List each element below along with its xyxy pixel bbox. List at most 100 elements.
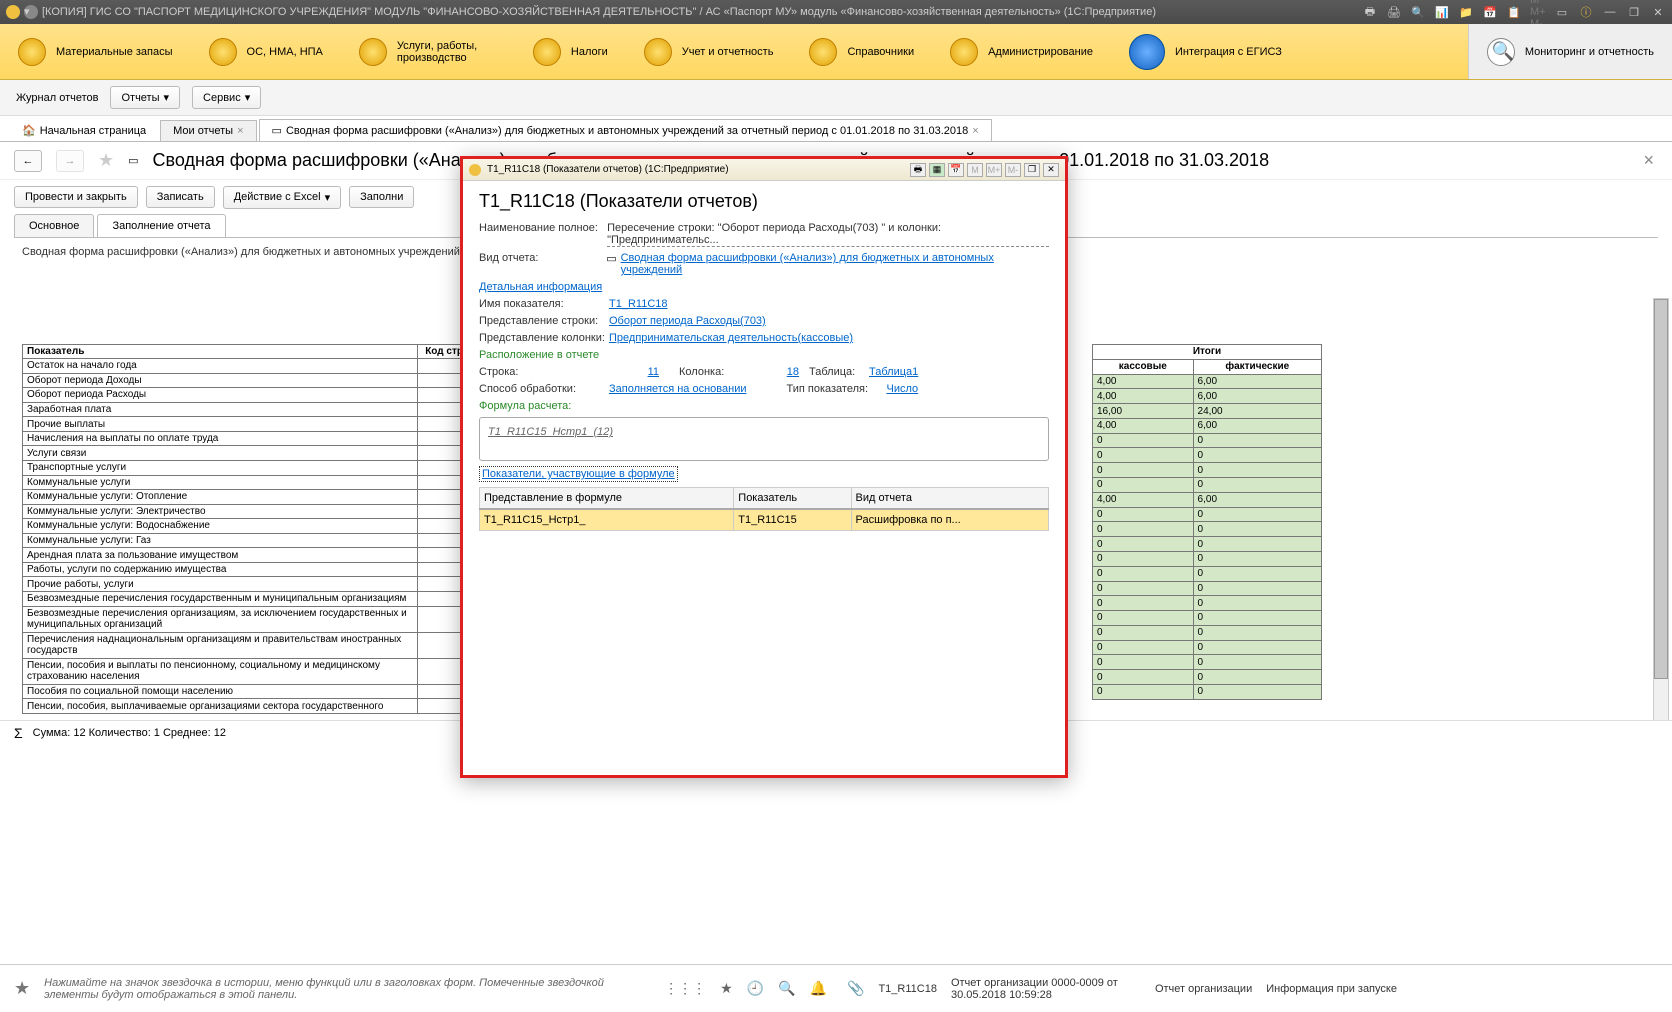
close-icon[interactable]: × xyxy=(237,125,243,137)
bell-icon[interactable]: 🔔 xyxy=(810,980,827,997)
table-row[interactable]: 4,006,00 xyxy=(1093,418,1322,433)
modal-titlebar[interactable]: T1_R11C18 (Показатели отчетов) (1С:Предп… xyxy=(463,159,1065,181)
totals-table[interactable]: Итоги кассовыефактические 4,006,004,006,… xyxy=(1092,344,1322,700)
detail-link[interactable]: Детальная информация xyxy=(479,281,602,293)
calc-icon[interactable]: ▦ xyxy=(929,163,945,177)
pin-icon[interactable]: 📎 xyxy=(847,980,864,997)
table-row[interactable]: Прочие выплаты xyxy=(23,417,488,432)
save-button[interactable]: Записать xyxy=(146,186,215,208)
modal-close-button[interactable]: ✕ xyxy=(1043,163,1059,177)
table-link[interactable]: Таблица1 xyxy=(869,366,918,378)
ribbon-item-monitoring[interactable]: Мониторинг и отчетность xyxy=(1468,24,1672,79)
forward-button[interactable]: → xyxy=(56,150,84,172)
toolbar-icon[interactable]: 📊 xyxy=(1434,4,1450,20)
table-row[interactable]: 00 xyxy=(1093,507,1322,522)
favorite-icon[interactable]: ★ xyxy=(98,150,114,171)
formula-parts-table[interactable]: Представление в формулеПоказательВид отч… xyxy=(479,487,1049,531)
table-row[interactable]: 00 xyxy=(1093,537,1322,552)
toolbar-icon[interactable]: 📁 xyxy=(1458,4,1474,20)
dropdown-icon[interactable]: ▾ xyxy=(24,5,38,19)
toolbar-icon[interactable]: 🔍 xyxy=(1410,4,1426,20)
ribbon-item-taxes[interactable]: Налоги xyxy=(515,24,626,79)
close-icon[interactable]: × xyxy=(972,125,978,137)
table-row[interactable]: 00 xyxy=(1093,478,1322,493)
ribbon-item-refs[interactable]: Справочники xyxy=(791,24,932,79)
tab-form[interactable]: ▭ Сводная форма расшифровки («Анализ») д… xyxy=(259,119,992,141)
post-close-button[interactable]: Провести и закрыть xyxy=(14,186,138,208)
ribbon-item-os[interactable]: ОС, НМА, НПА xyxy=(191,24,341,79)
table-row[interactable]: Услуги связи xyxy=(23,446,488,461)
processing-link[interactable]: Заполняется на основании xyxy=(609,383,746,395)
type-link[interactable]: Число xyxy=(886,383,918,395)
table-row[interactable]: 00 xyxy=(1093,448,1322,463)
breadcrumb-item[interactable]: Отчет организации xyxy=(1155,983,1252,995)
history-icon[interactable]: 🕘 xyxy=(747,980,764,997)
print-icon[interactable]: 🖶 xyxy=(910,163,926,177)
table-row[interactable]: 00 xyxy=(1093,625,1322,640)
table-row[interactable]: Оборот периода Расходы xyxy=(23,388,488,403)
table-row[interactable]: T1_R11C15_Нстр1_T1_R11C15Расшифровка по … xyxy=(480,509,1049,531)
subnav-journal[interactable]: Журнал отчетов xyxy=(16,92,98,104)
formula-parts-link[interactable]: Показатели, участвующие в формуле xyxy=(479,466,678,482)
table-row[interactable]: 4,006,00 xyxy=(1093,492,1322,507)
table-row[interactable]: 00 xyxy=(1093,596,1322,611)
minimize-button[interactable]: ― xyxy=(1602,4,1618,20)
table-row[interactable]: Работы, услуги по содержанию имущества xyxy=(23,562,488,577)
search-icon[interactable]: 🔍 xyxy=(778,980,795,997)
ribbon-item-accounting[interactable]: Учет и отчетность xyxy=(626,24,792,79)
table-row[interactable]: Оборот периода Доходы xyxy=(23,373,488,388)
table-row[interactable]: Коммунальные услуги: Отопление xyxy=(23,490,488,505)
ribbon-item-materials[interactable]: Материальные запасы xyxy=(0,24,191,79)
table-row[interactable]: Коммунальные услуги: Водоснабжение xyxy=(23,519,488,534)
table-row[interactable]: Прочие работы, услуги xyxy=(23,577,488,592)
ribbon-item-egisz[interactable]: Интеграция с ЕГИСЗ xyxy=(1111,24,1300,79)
breadcrumb-item[interactable]: Отчет организации 0000-0009 от 30.05.201… xyxy=(951,977,1141,1001)
col-repr-link[interactable]: Предпринимательская деятельность(кассовы… xyxy=(609,332,853,344)
table-row[interactable]: Заработная плата xyxy=(23,402,488,417)
star-icon[interactable]: ★ xyxy=(720,980,733,997)
table-row[interactable]: 4,006,00 xyxy=(1093,389,1322,404)
panel-icon[interactable]: ▭ xyxy=(1554,4,1570,20)
maximize-button[interactable]: ❐ xyxy=(1626,4,1642,20)
report-kind-link[interactable]: Сводная форма расшифровки («Анализ») для… xyxy=(621,252,1049,276)
table-row[interactable]: Пособия по социальной помощи населению xyxy=(23,684,488,699)
subnav-reports-dropdown[interactable]: Отчеты ▾ xyxy=(110,86,180,109)
col-link[interactable]: 18 xyxy=(749,366,799,378)
tab-my-reports[interactable]: Мои отчеты × xyxy=(160,120,256,141)
tab-main[interactable]: Основное xyxy=(14,214,94,237)
page-close-button[interactable]: × xyxy=(1639,146,1658,175)
vertical-scrollbar[interactable] xyxy=(1653,298,1669,744)
table-row[interactable]: 00 xyxy=(1093,655,1322,670)
table-row[interactable]: Перечисления наднациональным организация… xyxy=(23,632,488,658)
help-icon[interactable]: ⓘ xyxy=(1578,4,1594,20)
toolbar-icon[interactable]: 🖶 xyxy=(1362,4,1378,20)
table-row[interactable]: 00 xyxy=(1093,581,1322,596)
table-row[interactable]: Арендная плата за пользование имуществом xyxy=(23,548,488,563)
back-button[interactable]: ← xyxy=(14,150,42,172)
close-button[interactable]: ✕ xyxy=(1650,4,1666,20)
tab-home[interactable]: 🏠 Начальная страница xyxy=(10,120,158,141)
row-repr-link[interactable]: Оборот периода Расходы(703) xyxy=(609,315,766,327)
table-row[interactable]: 00 xyxy=(1093,611,1322,626)
m-icon[interactable]: M xyxy=(967,163,983,177)
favorite-icon[interactable]: ★ xyxy=(14,978,30,999)
table-row[interactable]: Начисления на выплаты по оплате труда xyxy=(23,431,488,446)
table-row[interactable]: 16,0024,00 xyxy=(1093,404,1322,419)
table-row[interactable]: Коммунальные услуги xyxy=(23,475,488,490)
table-row[interactable]: Коммунальные услуги: Газ xyxy=(23,533,488,548)
indicator-name-link[interactable]: T1_R11C18 xyxy=(609,298,668,310)
ribbon-item-admin[interactable]: Администрирование xyxy=(932,24,1111,79)
calendar-icon[interactable]: 📅 xyxy=(948,163,964,177)
table-row[interactable]: Безвозмездные перечисления организациям,… xyxy=(23,606,488,632)
table-row[interactable]: 00 xyxy=(1093,684,1322,699)
table-row[interactable]: 00 xyxy=(1093,433,1322,448)
table-row[interactable]: 00 xyxy=(1093,522,1322,537)
row-link[interactable]: 11 xyxy=(539,366,659,378)
m-plus-icon[interactable]: M+ xyxy=(986,163,1002,177)
breadcrumb-item[interactable]: Информация при запуске xyxy=(1266,983,1397,995)
table-row[interactable]: 00 xyxy=(1093,551,1322,566)
indicator-table[interactable]: ПоказательКод строки Остаток на начало г… xyxy=(22,344,488,714)
table-row[interactable]: 00 xyxy=(1093,463,1322,478)
table-row[interactable]: Пенсии, пособия и выплаты по пенсионному… xyxy=(23,658,488,684)
subnav-service-dropdown[interactable]: Сервис ▾ xyxy=(192,86,261,109)
